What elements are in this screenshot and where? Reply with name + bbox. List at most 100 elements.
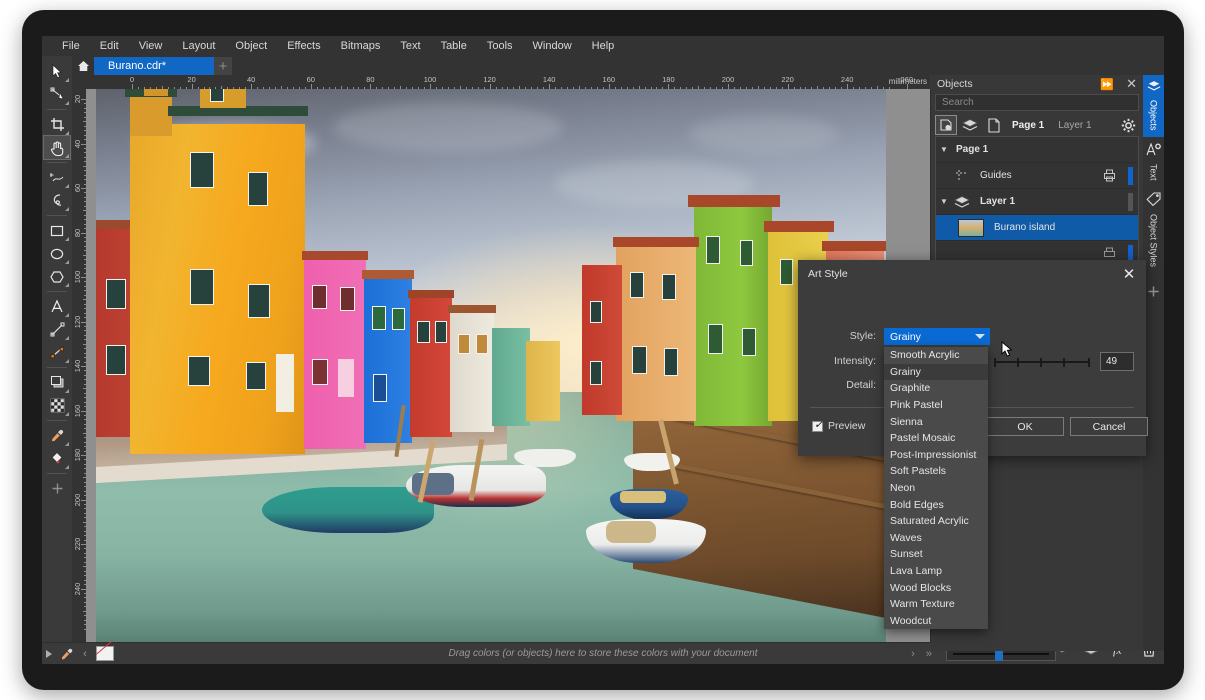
guides-color-rail[interactable] [1128, 167, 1133, 185]
menu-view[interactable]: View [129, 38, 173, 54]
menu-text[interactable]: Text [390, 38, 430, 54]
horizontal-ruler[interactable]: millimeters 0204060801001201401601802002… [72, 75, 930, 89]
vtab-object-styles[interactable]: Object Styles [1143, 188, 1164, 273]
artwork-burano-island[interactable] [96, 89, 886, 651]
dropdown-option-16[interactable]: Woodcut [884, 613, 988, 630]
layer-color-rail[interactable] [1128, 193, 1133, 211]
dropdown-option-12[interactable]: Sunset [884, 546, 988, 563]
page-manager-icon[interactable] [984, 116, 1004, 134]
guides-icon [952, 169, 972, 183]
vruler-tick-label: 100 [73, 271, 82, 284]
object-thumbnail [958, 219, 984, 237]
style-dropdown-list[interactable]: Smooth Acrylic Grainy Graphite Pink Past… [884, 347, 988, 629]
artistic-media-tool[interactable] [44, 189, 70, 212]
vtab-objects[interactable]: Objects [1143, 75, 1164, 137]
pick-tool[interactable] [44, 60, 70, 83]
gear-icon[interactable] [1118, 116, 1138, 134]
dropdown-option-1[interactable]: Grainy [884, 364, 988, 381]
dropdown-option-15[interactable]: Warm Texture [884, 596, 988, 613]
printer-icon[interactable] [1103, 169, 1116, 187]
vtab-add[interactable] [1143, 281, 1164, 309]
application-window: File Edit View Layout Object Effects Bit… [42, 36, 1164, 664]
palette-scroll-next[interactable]: › [911, 648, 915, 660]
vruler-tick-label: 20 [73, 95, 82, 103]
photo-building-orange-right [616, 246, 696, 421]
polygon-tool[interactable] [44, 265, 70, 288]
twisty-page-icon[interactable]: ▼ [936, 145, 952, 154]
add-tool-button[interactable] [44, 477, 70, 500]
photo-building-pink [304, 259, 366, 449]
preview-checkbox-box[interactable] [812, 421, 823, 432]
intensity-slider-track[interactable] [994, 361, 1090, 363]
menu-window[interactable]: Window [523, 38, 582, 54]
preview-label: Preview [828, 420, 865, 432]
dropdown-option-9[interactable]: Bold Edges [884, 496, 988, 513]
tree-item-layer[interactable]: ▼ Layer 1 [936, 189, 1138, 215]
tree-item-page[interactable]: ▼ Page 1 [936, 137, 1138, 163]
menu-bar: File Edit View Layout Object Effects Bit… [42, 36, 1164, 56]
shape-tool[interactable] [44, 83, 70, 106]
docker-search-input[interactable]: Search [935, 94, 1139, 111]
menu-bitmaps[interactable]: Bitmaps [331, 38, 391, 54]
dialog-close-icon[interactable]: ✕ [1120, 265, 1138, 283]
ruler-tick-label: 0 [130, 75, 134, 84]
pan-tool[interactable] [44, 136, 70, 159]
document-tab-strip: Burano.cdr* + [72, 56, 1164, 75]
drop-shadow-tool[interactable] [44, 371, 70, 394]
new-document-tab-button[interactable]: + [214, 57, 232, 75]
tree-item-guides[interactable]: Guides [936, 163, 1138, 189]
dropdown-option-7[interactable]: Soft Pastels [884, 463, 988, 480]
menu-help[interactable]: Help [582, 38, 625, 54]
object-properties-icon[interactable] [936, 116, 956, 134]
menu-file[interactable]: File [52, 38, 90, 54]
ruler-tick-label: 40 [247, 75, 255, 84]
menu-tools[interactable]: Tools [477, 38, 523, 54]
cancel-button[interactable]: Cancel [1070, 417, 1148, 436]
ruler-tick-label: 140 [543, 75, 556, 84]
ellipse-tool[interactable] [44, 242, 70, 265]
transparency-tool[interactable] [44, 394, 70, 417]
menu-effects[interactable]: Effects [277, 38, 330, 54]
dropdown-option-3[interactable]: Pink Pastel [884, 397, 988, 414]
dropdown-option-13[interactable]: Lava Lamp [884, 563, 988, 580]
double-chevron-right-icon[interactable]: ⏩ [1094, 78, 1120, 91]
dropdown-option-4[interactable]: Sienna [884, 413, 988, 430]
menu-layout[interactable]: Layout [172, 38, 225, 54]
dropdown-option-6[interactable]: Post-Impressionist [884, 447, 988, 464]
dropdown-option-5[interactable]: Pastel Mosaic [884, 430, 988, 447]
intensity-label: Intensity: [812, 355, 876, 367]
document-tab-burano[interactable]: Burano.cdr* [94, 57, 214, 75]
layer-manager-icon[interactable] [960, 116, 980, 134]
ok-button[interactable]: OK [986, 417, 1064, 436]
preview-checkbox[interactable]: Preview [812, 420, 865, 432]
tree-item-object-label: Burano island [994, 222, 1055, 233]
palette-scroll-arrows[interactable]: › » [911, 648, 932, 660]
connector-tool[interactable] [44, 341, 70, 364]
vtab-object-styles-label: Object Styles [1149, 214, 1159, 267]
tree-item-object[interactable]: Burano island [936, 215, 1138, 241]
dimension-tool[interactable] [44, 318, 70, 341]
docker-close-icon[interactable]: ✕ [1120, 76, 1143, 92]
twisty-layer-icon[interactable]: ▼ [936, 197, 952, 206]
vtab-text[interactable]: Text [1143, 139, 1164, 187]
dropdown-option-8[interactable]: Neon [884, 480, 988, 497]
dropdown-option-11[interactable]: Waves [884, 530, 988, 547]
crop-tool[interactable] [44, 113, 70, 136]
rectangle-tool[interactable] [44, 219, 70, 242]
chevron-down-icon[interactable] [975, 334, 985, 339]
vertical-ruler[interactable]: 20406080100120140160180200220240 [72, 89, 86, 651]
dropdown-option-0[interactable]: Smooth Acrylic [884, 347, 988, 364]
color-eyedropper-tool[interactable] [44, 424, 70, 447]
intensity-value-field[interactable]: 49 [1100, 352, 1134, 371]
freehand-tool[interactable] [44, 166, 70, 189]
text-tool[interactable] [44, 295, 70, 318]
menu-table[interactable]: Table [431, 38, 477, 54]
home-icon[interactable] [72, 56, 94, 75]
dropdown-option-10[interactable]: Saturated Acrylic [884, 513, 988, 530]
menu-object[interactable]: Object [225, 38, 277, 54]
interactive-fill-tool[interactable] [44, 447, 70, 470]
dropdown-option-2[interactable]: Graphite [884, 380, 988, 397]
style-dropdown-combo[interactable]: Grainy [884, 328, 990, 345]
menu-edit[interactable]: Edit [90, 38, 129, 54]
dropdown-option-14[interactable]: Wood Blocks [884, 579, 988, 596]
